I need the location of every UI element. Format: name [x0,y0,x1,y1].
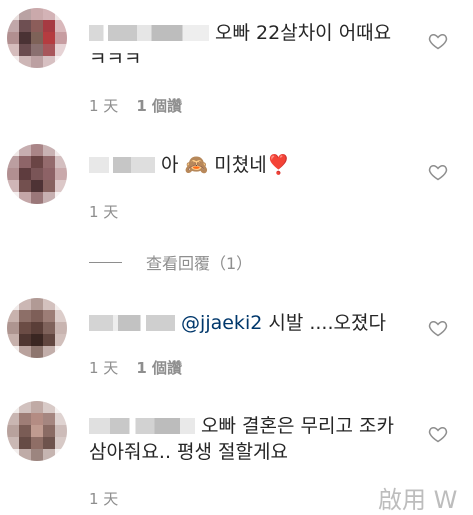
heart-outline-icon[interactable] [428,162,448,182]
username-blurred[interactable] [89,418,195,434]
activation-watermark: 啟用 W [378,486,458,514]
comment-meta: 1 天 1 個讚 [89,95,182,116]
mention-link[interactable]: @jjaeki2 [181,312,262,334]
timestamp[interactable]: 1 天 [89,203,118,221]
comment-text: 아 🙈 미쳤네❣️ [89,152,407,178]
view-replies-label: 查看回覆（1） [146,254,253,273]
username-blurred[interactable] [89,157,155,173]
comment-text: 오빠 결혼은 무리고 조카삼아줘요.. 평생 절할게요 [89,413,407,465]
heart-outline-icon[interactable] [428,31,448,51]
heart-outline-icon[interactable] [428,318,448,338]
heart-outline-icon[interactable] [428,424,448,444]
comment-text: @jjaeki2 시발 ....오졌다 [89,310,407,336]
timestamp[interactable]: 1 天 [89,490,118,508]
like-count[interactable]: 1 個讚 [136,359,182,377]
avatar[interactable] [7,8,67,68]
timestamp[interactable]: 1 天 [89,359,118,377]
avatar[interactable] [7,144,67,204]
username-blurred[interactable] [89,25,209,41]
username-blurred[interactable] [89,315,175,331]
divider [89,261,122,263]
like-count[interactable]: 1 個讚 [136,97,182,115]
avatar[interactable] [7,298,67,358]
avatar[interactable] [7,401,67,461]
comment-meta: 1 天 1 個讚 [89,357,182,378]
comment-body: 아 🙈 미쳤네❣️ [161,154,291,176]
view-replies-button[interactable]: 查看回覆（1） [89,250,252,274]
comment-body: 시발 ....오졌다 [262,312,386,334]
comment-meta: 1 天 [89,201,136,222]
timestamp[interactable]: 1 天 [89,97,118,115]
comment-meta: 1 天 [89,488,136,509]
comment-text: 오빠 22살차이 어때요 ㅋㅋㅋ [89,20,407,72]
